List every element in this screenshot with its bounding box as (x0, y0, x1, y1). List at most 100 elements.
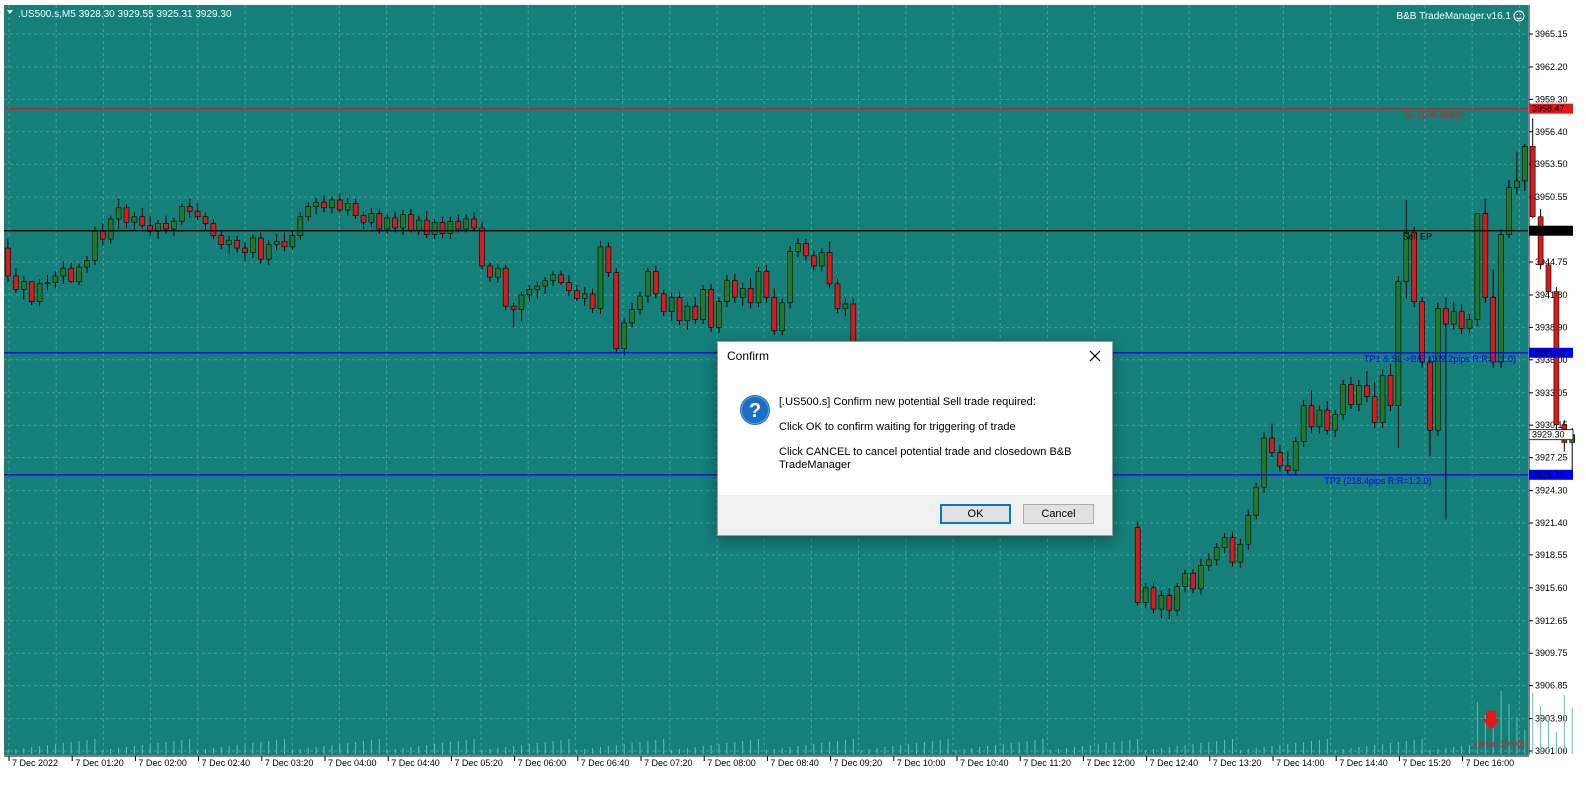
candle-body (1482, 213, 1489, 298)
candle-body (68, 267, 74, 282)
candle-body (439, 222, 446, 234)
price-tick-label: 3915.60 (1535, 583, 1568, 593)
candle-body (1150, 587, 1157, 610)
dialog-titlebar[interactable]: Confirm (718, 342, 1112, 370)
price-tick-label: 3956.40 (1535, 127, 1568, 137)
candle-body (131, 216, 138, 223)
candle-body (708, 289, 714, 328)
close-button[interactable] (1078, 342, 1112, 370)
candle-body (1356, 385, 1362, 405)
candle-body (1387, 375, 1394, 406)
dialog-footer: OK Cancel (718, 495, 1112, 535)
ok-button[interactable]: OK (940, 504, 1011, 524)
sell-entry-label: Sell EP (1402, 232, 1432, 242)
candle-body (1292, 441, 1299, 471)
time-tick-label: 7 Dec 12:40 (1150, 758, 1199, 768)
candle-body (676, 296, 683, 321)
candle-body (716, 301, 722, 328)
candle-body (755, 271, 762, 304)
candle-body (1522, 146, 1528, 182)
candle-body (329, 199, 335, 209)
candle-body (763, 271, 770, 298)
dialog-title: Confirm (727, 349, 770, 363)
time-tick-label: 7 Dec 01:20 (75, 758, 124, 768)
candle-body (1237, 543, 1244, 563)
candle-body (510, 305, 517, 310)
candle-body (1261, 437, 1267, 488)
candle-body (1411, 232, 1417, 302)
dialog-body: ? [.US500.s] Confirm new potential Sell … (718, 370, 1112, 495)
candle-body (652, 271, 659, 295)
smiley-eye-left (1516, 13, 1519, 16)
candle-body (392, 217, 398, 229)
time-tick-label: 7 Dec 13:20 (1213, 758, 1262, 768)
candle-body (518, 294, 525, 310)
candle-body (1134, 527, 1141, 603)
candle-body (818, 252, 825, 267)
candle-body (1379, 375, 1386, 423)
candle-body (597, 246, 604, 309)
price-tick-label: 3906.85 (1535, 681, 1568, 691)
candle-body (771, 296, 778, 332)
time-tick-label: 7 Dec 11:20 (1023, 758, 1071, 768)
time-tick-label: 7 Dec 06:00 (518, 758, 567, 768)
candle-body (210, 223, 217, 237)
candle-body (700, 289, 707, 320)
price-tick-label: 3921.40 (1535, 518, 1568, 528)
candle-body (621, 322, 628, 349)
candle-body (1285, 465, 1291, 471)
candle-body (542, 280, 549, 287)
svg-text:?: ? (749, 400, 761, 422)
candle-body (107, 218, 114, 240)
candle-body (581, 293, 588, 299)
candle-body (1450, 311, 1457, 325)
time-tick-label: 7 Dec 16:00 (1466, 758, 1515, 768)
price-tick-label: 3909.75 (1535, 648, 1568, 658)
candle-body (589, 293, 596, 309)
candle-body (494, 267, 501, 278)
candle-body (1198, 565, 1204, 590)
candle-body (1190, 572, 1196, 590)
time-tick-label: 7 Dec 14:40 (1339, 758, 1388, 768)
candle-body (487, 265, 493, 278)
time-tick-label: 7 Dec 05:20 (454, 758, 503, 768)
candle-body (1348, 384, 1354, 405)
question-icon: ? (740, 395, 770, 425)
candle-body (684, 305, 691, 321)
time-tick-label: 7 Dec 04:40 (391, 758, 440, 768)
candle-body (123, 207, 130, 223)
candle-body (1206, 559, 1212, 566)
time-tick-label: 7 Dec 2022 (12, 758, 58, 768)
candle-body (336, 199, 343, 211)
candle-body (313, 201, 319, 207)
take-profit-1-price-tag-text: 3936.63 (1532, 348, 1565, 358)
candle-body (423, 219, 430, 235)
candle-body (20, 281, 27, 290)
candle-body (115, 207, 122, 220)
message-line-2: Click OK to confirm waiting for triggeri… (779, 421, 1016, 433)
time-tick-label: 7 Dec 07:20 (644, 758, 693, 768)
time-tick-label: 7 Dec 08:00 (707, 758, 756, 768)
candle-body (431, 222, 438, 235)
candle-body (36, 283, 43, 302)
price-tick-label: 3924.30 (1535, 486, 1568, 496)
candle-body (645, 271, 651, 297)
stop-loss-label: SL (108.2pips) (1405, 110, 1463, 120)
candle-body (92, 230, 98, 261)
candle-body (534, 285, 541, 290)
candle-body (479, 227, 485, 267)
cancel-button[interactable]: Cancel (1023, 504, 1094, 524)
price-tick-label: 3901.00 (1535, 746, 1568, 756)
candle-body (60, 267, 67, 277)
candle-body (1340, 384, 1346, 415)
time-tick-label: 7 Dec 02:40 (202, 758, 251, 768)
candle-body (1324, 409, 1331, 431)
candle-body (1364, 385, 1370, 397)
candle-body (1316, 409, 1323, 428)
candle-body (803, 243, 809, 257)
candle-body (1553, 291, 1560, 425)
candle-body (297, 216, 304, 237)
message-line-1: [.US500.s] Confirm new potential Sell tr… (779, 396, 1036, 408)
candle-body (1474, 213, 1481, 320)
candle-body (1545, 264, 1552, 292)
